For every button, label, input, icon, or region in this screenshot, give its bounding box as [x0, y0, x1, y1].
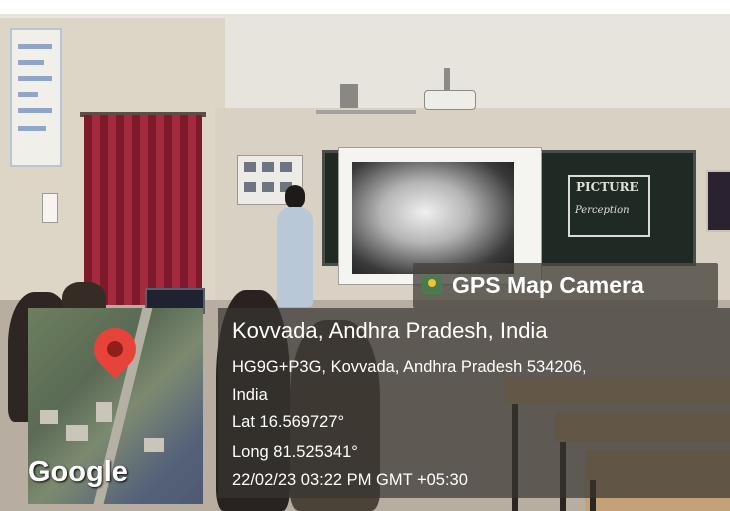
classroom-photo: PICTURE Perception GPS Map Camera Kovvad…	[0, 0, 730, 511]
photo-border	[0, 0, 730, 511]
